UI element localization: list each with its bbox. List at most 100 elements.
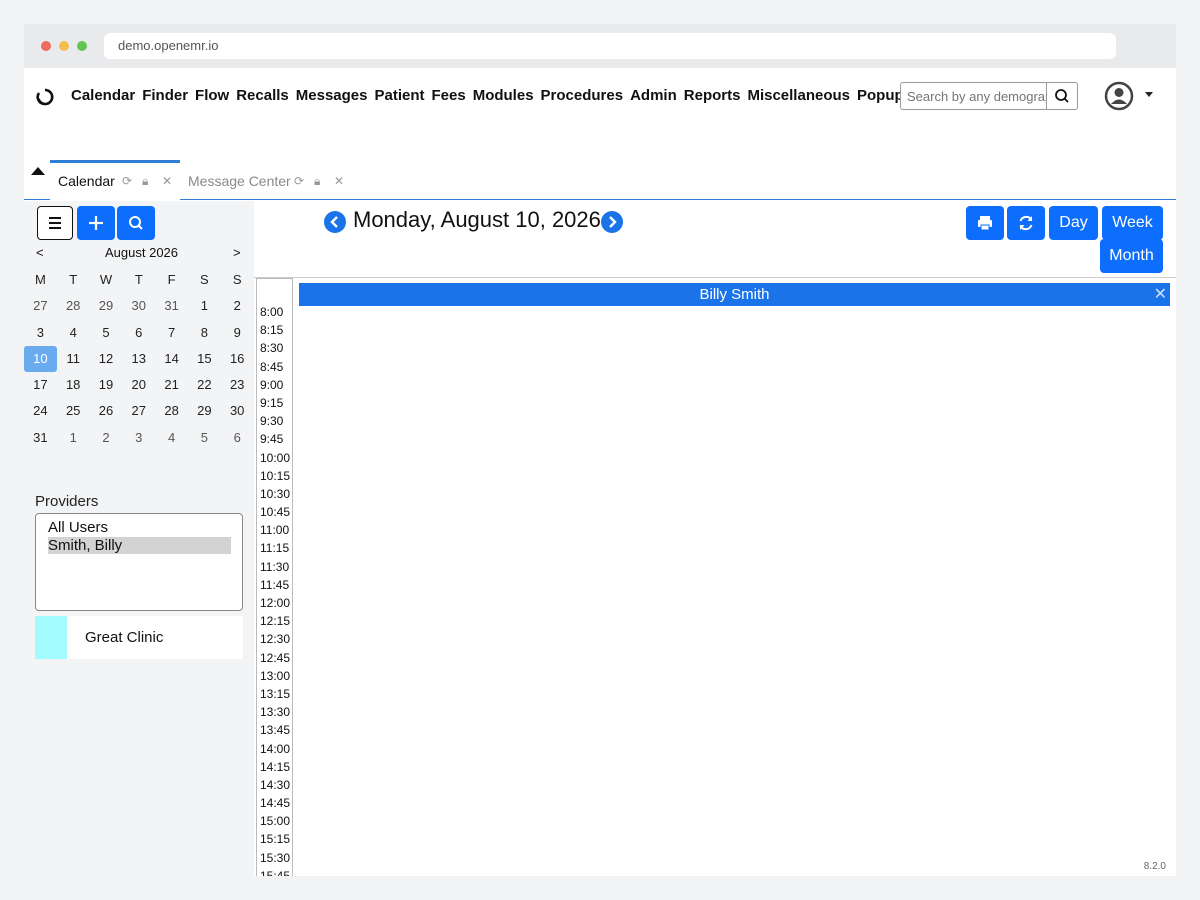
time-slot-label[interactable]: 15:00 xyxy=(257,812,292,830)
calendar-day[interactable]: 16 xyxy=(221,346,254,372)
add-appointment-button[interactable] xyxy=(77,206,115,240)
time-slot-label[interactable]: 8:00 xyxy=(257,303,292,321)
calendar-day[interactable]: 14 xyxy=(155,346,188,372)
calendar-day[interactable]: 15 xyxy=(188,346,221,372)
calendar-day[interactable]: 30 xyxy=(221,398,254,424)
calendar-day[interactable]: 28 xyxy=(155,398,188,424)
month-view-button[interactable]: Month xyxy=(1100,239,1163,273)
time-slot-label[interactable]: 14:15 xyxy=(257,758,292,776)
time-slot-label[interactable]: 12:00 xyxy=(257,594,292,612)
user-avatar-icon[interactable] xyxy=(1104,81,1134,111)
calendar-day[interactable]: 9 xyxy=(221,320,254,346)
calendar-day[interactable]: 29 xyxy=(90,293,123,319)
calendar-day[interactable]: 4 xyxy=(155,425,188,451)
refresh-tab-icon[interactable]: ⟳ xyxy=(122,163,132,199)
user-menu-caret-icon[interactable] xyxy=(1145,92,1153,97)
openemr-logo-icon[interactable] xyxy=(36,88,54,106)
calendar-day[interactable]: 27 xyxy=(122,398,155,424)
toggle-sidebar-button[interactable] xyxy=(37,206,73,240)
time-slot-label[interactable]: 15:45 xyxy=(257,867,292,876)
time-slot-label[interactable]: 9:15 xyxy=(257,394,292,412)
tab-message-center[interactable]: Message Center ⟳ 🔒︎ ✕ xyxy=(180,163,350,203)
menu-item-finder[interactable]: Finder xyxy=(142,87,188,104)
time-slot-label[interactable]: 10:45 xyxy=(257,503,292,521)
close-window-icon[interactable] xyxy=(41,41,51,51)
menu-item-flow[interactable]: Flow xyxy=(195,87,229,104)
calendar-day[interactable]: 1 xyxy=(188,293,221,319)
patient-search-input[interactable] xyxy=(901,83,1047,109)
close-tab-icon[interactable]: ✕ xyxy=(162,163,172,199)
selected-day[interactable]: 10 xyxy=(24,345,57,373)
menu-item-reports[interactable]: Reports xyxy=(684,87,741,104)
menu-item-messages[interactable]: Messages xyxy=(296,87,368,104)
calendar-day[interactable]: 3 xyxy=(122,425,155,451)
time-slot-label[interactable]: 14:00 xyxy=(257,740,292,758)
close-provider-icon[interactable]: ✕ xyxy=(1154,283,1167,306)
time-slot-label[interactable]: 15:30 xyxy=(257,849,292,867)
time-slot-label[interactable]: 8:45 xyxy=(257,358,292,376)
providers-select[interactable]: All Users Smith, Billy xyxy=(35,513,243,611)
calendar-day[interactable]: 24 xyxy=(24,398,57,424)
next-month-button[interactable]: > xyxy=(233,245,241,260)
search-appointments-button[interactable] xyxy=(117,206,155,240)
calendar-day[interactable]: 21 xyxy=(155,372,188,398)
lock-tab-icon[interactable]: 🔒︎ xyxy=(314,163,320,199)
menu-item-miscellaneous[interactable]: Miscellaneous xyxy=(747,87,850,104)
collapse-header-icon[interactable] xyxy=(31,167,45,175)
tab-calendar[interactable]: Calendar ⟳ 🔒︎ ✕ xyxy=(50,160,180,200)
address-bar[interactable]: demo.openemr.io xyxy=(104,33,1116,59)
calendar-day[interactable]: 12 xyxy=(90,346,123,372)
time-slot-label[interactable]: 12:45 xyxy=(257,649,292,667)
calendar-day[interactable]: 26 xyxy=(90,398,123,424)
refresh-tab-icon[interactable]: ⟳ xyxy=(294,163,304,199)
prev-month-button[interactable]: < xyxy=(36,245,44,260)
lock-tab-icon[interactable]: 🔒︎ xyxy=(142,163,148,199)
time-slot-label[interactable]: 14:30 xyxy=(257,776,292,794)
time-slot-label[interactable]: 13:45 xyxy=(257,721,292,739)
time-slot-label[interactable]: 10:30 xyxy=(257,485,292,503)
search-button[interactable] xyxy=(1046,83,1077,109)
time-slot-label[interactable]: 10:00 xyxy=(257,449,292,467)
maximize-window-icon[interactable] xyxy=(77,41,87,51)
time-slot-label[interactable]: 14:45 xyxy=(257,794,292,812)
menu-item-modules[interactable]: Modules xyxy=(473,87,534,104)
time-slot-label[interactable]: 11:45 xyxy=(257,576,292,594)
calendar-day[interactable]: 3 xyxy=(24,320,57,346)
time-slot-label[interactable]: 13:00 xyxy=(257,667,292,685)
calendar-day[interactable]: 17 xyxy=(24,372,57,398)
calendar-day[interactable]: 27 xyxy=(24,293,57,319)
calendar-day[interactable]: 23 xyxy=(221,372,254,398)
day-view-button[interactable]: Day xyxy=(1049,206,1098,240)
menu-item-procedures[interactable]: Procedures xyxy=(541,87,624,104)
calendar-day[interactable]: 4 xyxy=(57,320,90,346)
refresh-button[interactable] xyxy=(1007,206,1045,240)
calendar-day[interactable]: 31 xyxy=(155,293,188,319)
close-tab-icon[interactable]: ✕ xyxy=(334,163,344,199)
calendar-day[interactable]: 2 xyxy=(90,425,123,451)
calendar-day[interactable]: 20 xyxy=(122,372,155,398)
time-slot-label[interactable]: 9:00 xyxy=(257,376,292,394)
menu-item-recalls[interactable]: Recalls xyxy=(236,87,289,104)
menu-item-admin[interactable]: Admin xyxy=(630,87,677,104)
calendar-day[interactable]: 22 xyxy=(188,372,221,398)
time-slot-label[interactable]: 15:15 xyxy=(257,830,292,848)
calendar-day[interactable]: 25 xyxy=(57,398,90,424)
calendar-day[interactable]: 29 xyxy=(188,398,221,424)
calendar-day[interactable]: 5 xyxy=(188,425,221,451)
next-day-button[interactable] xyxy=(601,211,623,233)
time-slot-label[interactable]: 8:30 xyxy=(257,339,292,357)
calendar-day[interactable]: 6 xyxy=(221,425,254,451)
time-slot-label[interactable]: 8:15 xyxy=(257,321,292,339)
time-slot-label[interactable]: 9:30 xyxy=(257,412,292,430)
calendar-day[interactable]: 18 xyxy=(57,372,90,398)
calendar-day[interactable]: 6 xyxy=(122,320,155,346)
provider-option-selected[interactable]: Smith, Billy xyxy=(48,537,231,554)
time-slot-label[interactable]: 12:30 xyxy=(257,630,292,648)
menu-item-fees[interactable]: Fees xyxy=(432,87,466,104)
time-slot-label[interactable]: 12:15 xyxy=(257,612,292,630)
provider-column-header[interactable]: Billy Smith ✕ xyxy=(299,283,1170,306)
menu-item-calendar[interactable]: Calendar xyxy=(71,87,135,104)
calendar-day[interactable]: 7 xyxy=(155,320,188,346)
calendar-day[interactable]: 13 xyxy=(122,346,155,372)
calendar-day[interactable]: 5 xyxy=(90,320,123,346)
